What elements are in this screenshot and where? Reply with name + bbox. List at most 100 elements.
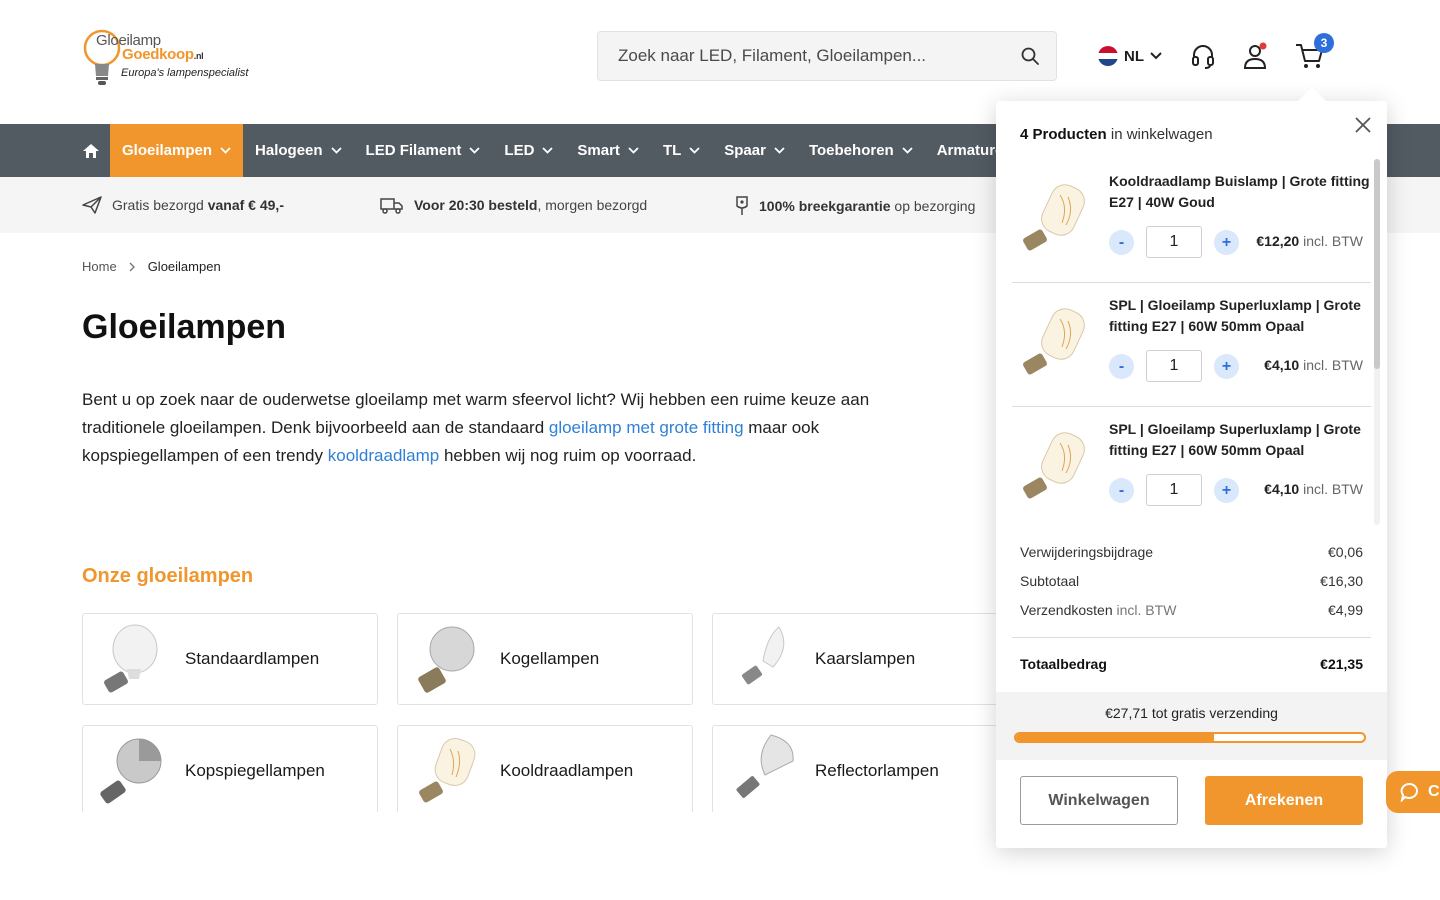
delivery-truck-icon	[380, 198, 403, 214]
divider	[1012, 637, 1371, 638]
decrease-quantity-button[interactable]: -	[1109, 353, 1134, 379]
cart-summary: Verwijderingsbijdrage €0,06 Subtotaal €16,…	[1020, 544, 1363, 631]
nav-item-halogeen[interactable]: Halogeen	[243, 124, 354, 177]
logo-text-brand: Goedkoop.nl	[122, 46, 204, 63]
link-kooldraadlamp[interactable]: kooldraadlamp	[328, 446, 440, 465]
product-price: €4,10 incl. BTW	[1264, 357, 1363, 373]
increase-quantity-button[interactable]: +	[1214, 353, 1239, 379]
chat-bubble-icon	[1400, 783, 1418, 802]
category-name: Kooldraadlampen	[500, 761, 634, 780]
account-icon[interactable]	[1242, 42, 1270, 70]
cart-title: 4 Producten in winkelwagen	[1020, 126, 1213, 143]
product-price: €4,10 incl. BTW	[1264, 481, 1363, 497]
nav-item-smart[interactable]: Smart	[565, 124, 651, 177]
close-icon[interactable]	[1354, 116, 1372, 134]
category-name: Kaarslampen	[815, 649, 916, 668]
nav-item-led-filament[interactable]: LED Filament	[354, 124, 493, 177]
cart-scrollbar[interactable]	[1374, 159, 1380, 525]
nav-item-led[interactable]: LED	[492, 124, 565, 177]
category-card-kooldraadlampen[interactable]: Kooldraadlampen	[397, 725, 693, 817]
view-cart-button[interactable]: Winkelwagen	[1020, 776, 1178, 825]
intro-text: Bent u op zoek naar de ouderwetse gloeil…	[82, 390, 870, 465]
category-card-kaarslampen[interactable]: Kaarslampen	[712, 613, 1008, 705]
logo-tagline: Europa's lampenspecialist	[121, 67, 249, 79]
quantity-input[interactable]: 1	[1146, 350, 1202, 382]
increase-quantity-button[interactable]: +	[1214, 477, 1239, 503]
chevron-down-icon	[902, 147, 913, 154]
product-name[interactable]: SPL | Gloeilamp Superluxlamp | Grote fit…	[1109, 419, 1371, 461]
netherlands-flag-icon	[1098, 46, 1118, 66]
product-name[interactable]: SPL | Gloeilamp Superluxlamp | Grote fit…	[1109, 295, 1371, 337]
product-name[interactable]: Kooldraadlamp Buislamp | Grote fitting E…	[1109, 171, 1371, 213]
checkout-button[interactable]: Afrekenen	[1205, 776, 1363, 825]
chat-button[interactable]: C	[1386, 771, 1440, 813]
fee-row: Verwijderingsbijdrage €0,06	[1020, 544, 1363, 560]
free-shipping-text: €27,71 tot gratis verzending	[1105, 705, 1278, 721]
usp-break-guarantee: 100% breekgarantie op bezorging	[735, 196, 975, 216]
total-row: Totaalbedrag €21,35	[1020, 656, 1363, 672]
nav-item-gloeilampen[interactable]: Gloeilampen	[110, 124, 244, 177]
mini-cart-popup: 4 Producten in winkelwagen Kooldraadlamp…	[996, 87, 1387, 848]
nav-item-tl[interactable]: TL	[651, 124, 712, 177]
category-name: Standaardlampen	[185, 649, 320, 668]
link-grote-fitting[interactable]: gloeilamp met grote fitting	[549, 418, 744, 437]
category-card-standaardlampen[interactable]: Standaardlampen	[82, 613, 378, 705]
category-name: Reflectorlampen	[815, 761, 939, 780]
shipping-row: Verzendkosten incl. BTW €4,99	[1020, 602, 1363, 618]
category-card-kopspiegellampen[interactable]: Kopspiegellampen	[82, 725, 378, 817]
chevron-down-icon	[689, 147, 700, 154]
chat-label: C	[1428, 783, 1440, 800]
language-label: NL	[1124, 47, 1144, 65]
free-shipping-progress-bar	[1014, 732, 1366, 743]
site-logo[interactable]: Gloeilamp Goedkoop.nl Europa's lampenspe…	[82, 24, 272, 88]
decrease-quantity-button[interactable]: -	[1109, 477, 1134, 503]
chevron-down-icon	[469, 147, 481, 154]
customer-service-icon[interactable]	[1189, 42, 1217, 70]
quantity-input[interactable]: 1	[1146, 474, 1202, 506]
chevron-down-icon	[330, 147, 342, 154]
content-fade	[0, 812, 996, 900]
chevron-right-icon	[129, 262, 135, 271]
chevron-down-icon	[1150, 52, 1162, 60]
chevron-down-icon	[774, 147, 785, 154]
popup-arrow	[1296, 87, 1328, 103]
quantity-stepper: - 1 +	[1109, 350, 1239, 382]
breadcrumb-current: Gloeilampen	[147, 259, 221, 274]
paper-plane-icon	[82, 196, 102, 214]
search-icon[interactable]	[1020, 46, 1040, 66]
page-title: Gloeilampen	[82, 308, 287, 346]
quantity-input[interactable]: 1	[1146, 226, 1202, 258]
category-name: Kopspiegellampen	[185, 761, 325, 780]
category-card-reflectorlampen[interactable]: Reflectorlampen	[712, 725, 1008, 817]
search-input[interactable]	[618, 32, 1008, 80]
quantity-stepper: - 1 +	[1109, 474, 1239, 506]
breadcrumb-home[interactable]: Home	[82, 259, 117, 274]
quantity-stepper: - 1 +	[1109, 226, 1239, 258]
chevron-down-icon	[220, 147, 231, 154]
nav-item-toebehoren[interactable]: Toebehoren	[797, 124, 925, 177]
home-icon	[83, 143, 99, 158]
decrease-quantity-button[interactable]: -	[1109, 229, 1134, 255]
category-name: Kogellampen	[500, 649, 600, 668]
reflector-bulb-image	[721, 731, 801, 811]
nav-item-spaar[interactable]: Spaar	[712, 124, 797, 177]
cart-item: SPL | Gloeilamp Superluxlamp | Grote fit…	[1012, 283, 1371, 407]
cart-item-list: Kooldraadlamp Buislamp | Grote fitting E…	[1012, 159, 1371, 525]
lamp-shield-icon	[736, 196, 748, 215]
subtotal-row: Subtotaal €16,30	[1020, 573, 1363, 589]
category-card-kogellampen[interactable]: Kogellampen	[397, 613, 693, 705]
home-link[interactable]	[82, 124, 110, 177]
search-bar	[597, 31, 1057, 81]
usp-next-day: Voor 20:30 besteld, morgen bezorgd	[380, 196, 647, 214]
crown-mirror-bulb-image	[91, 731, 171, 811]
language-selector[interactable]: NL	[1098, 44, 1162, 68]
product-image	[1018, 429, 1094, 507]
free-shipping-panel: €27,71 tot gratis verzending	[996, 692, 1387, 760]
increase-quantity-button[interactable]: +	[1214, 229, 1239, 255]
scrollbar-thumb[interactable]	[1374, 159, 1380, 369]
chevron-down-icon	[542, 147, 554, 154]
progress-fill	[1016, 734, 1215, 741]
chevron-down-icon	[628, 147, 639, 154]
product-image	[1018, 305, 1094, 383]
standard-bulb-image	[91, 619, 171, 699]
